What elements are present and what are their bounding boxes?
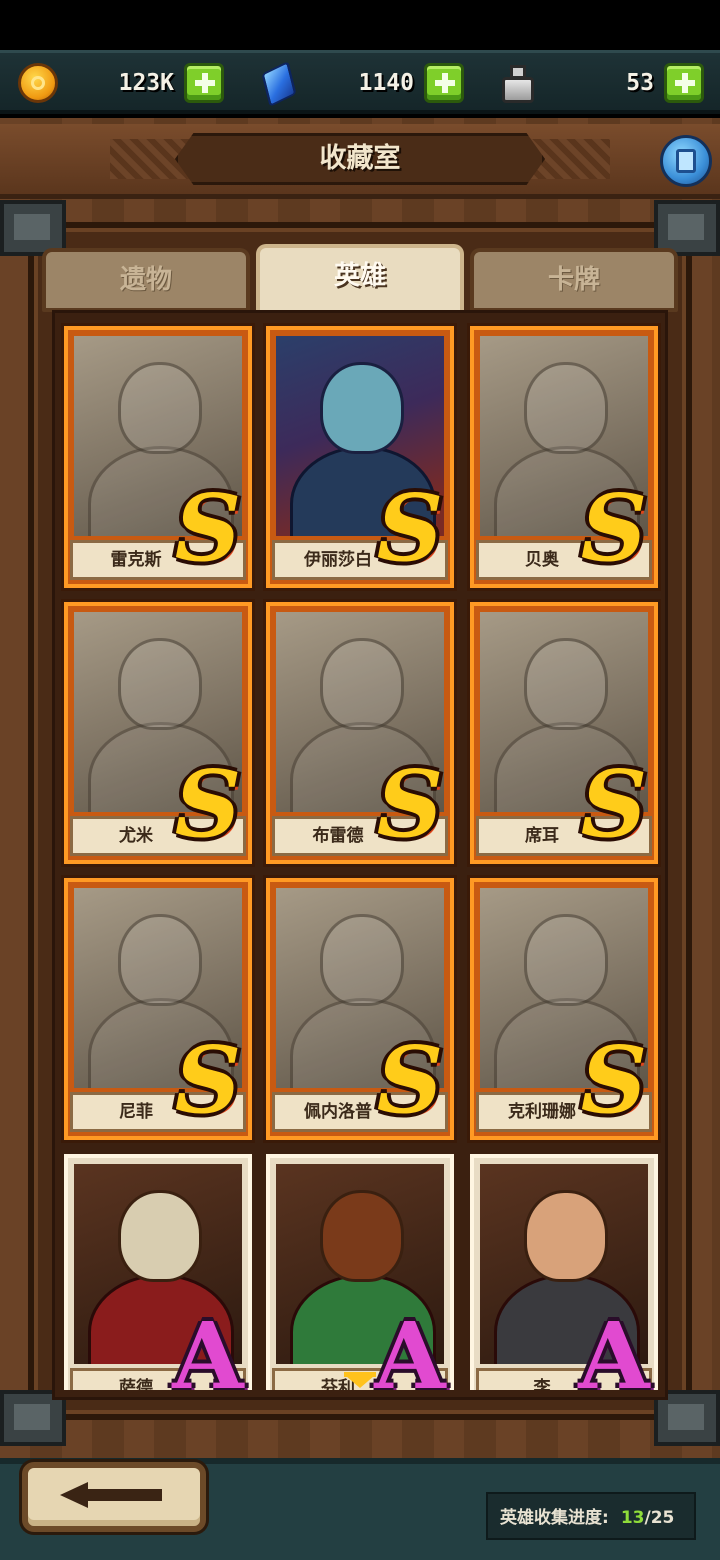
add-gem-button[interactable] [424, 63, 464, 103]
rank-badge: S [376, 750, 444, 858]
tab-relics[interactable]: 遗物 [42, 248, 250, 312]
back-arrow-icon [58, 1482, 166, 1508]
hero-card[interactable]: 伊丽莎白 S [266, 326, 454, 588]
potion-counter: 53 [498, 61, 710, 105]
resource-bar: 123K 1140 53 [0, 50, 720, 114]
add-potion-button[interactable] [664, 63, 704, 103]
blue-gem-icon [258, 61, 298, 107]
gold-counter: 123K [18, 61, 230, 105]
gem-counter: 1140 [258, 61, 470, 107]
add-gold-button[interactable] [184, 63, 224, 103]
rank-badge: S [376, 1026, 444, 1134]
gold-value: 123K [118, 70, 174, 96]
hero-card[interactable]: 李 A [470, 1154, 658, 1390]
hero-card[interactable]: 佩内洛普 S [266, 878, 454, 1140]
hero-card[interactable]: 席耳 S [470, 602, 658, 864]
hero-card[interactable]: 布雷德 S [266, 602, 454, 864]
rank-badge: A [172, 1302, 244, 1390]
rank-badge: S [580, 1026, 648, 1134]
gold-coin-icon [18, 63, 58, 103]
system-status-bar [0, 0, 720, 50]
hero-card[interactable]: 萨德 A [64, 1154, 252, 1390]
scroll-down-icon[interactable] [346, 1376, 374, 1388]
hero-card[interactable]: 尼菲 S [64, 878, 252, 1140]
hero-card[interactable]: 雷克斯 S [64, 326, 252, 588]
info-book-button[interactable] [660, 135, 712, 187]
rank-badge: A [374, 1302, 446, 1390]
tab-cards[interactable]: 卡牌 [470, 248, 678, 312]
progress-label: 英雄收集进度: [500, 1508, 609, 1528]
progress-collected: 13 [620, 1508, 645, 1528]
rank-badge: S [376, 474, 444, 582]
rank-badge: A [578, 1302, 650, 1390]
rank-badge: S [580, 750, 648, 858]
hero-card[interactable]: 贝奥 S [470, 326, 658, 588]
hero-card[interactable]: 芬利 A [266, 1154, 454, 1390]
hero-card[interactable]: 尤米 S [64, 602, 252, 864]
potion-bottle-icon [498, 63, 538, 103]
rank-badge: S [174, 750, 242, 858]
progress-total: /25 [644, 1508, 675, 1528]
rank-badge: S [580, 474, 648, 582]
hero-card[interactable]: 克利珊娜 S [470, 878, 658, 1140]
tab-heroes[interactable]: 英雄 [256, 244, 464, 314]
rank-badge: S [174, 1026, 242, 1134]
page-title: 收藏室 [319, 143, 401, 174]
potion-value: 53 [626, 70, 654, 96]
rank-badge: S [174, 474, 242, 582]
hero-collection-progress: 英雄收集进度: 13/25 [486, 1492, 696, 1540]
gem-value: 1140 [358, 70, 414, 96]
